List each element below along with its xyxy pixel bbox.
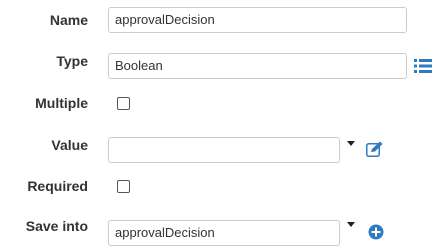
list-icon[interactable] bbox=[414, 58, 432, 74]
required-checkbox[interactable] bbox=[117, 180, 130, 193]
value-dropdown-caret[interactable] bbox=[347, 141, 355, 146]
edit-icon[interactable] bbox=[366, 141, 384, 157]
value-label: Value bbox=[51, 137, 88, 153]
value-select[interactable] bbox=[108, 137, 340, 163]
name-input[interactable]: approvalDecision bbox=[108, 7, 407, 33]
save-into-dropdown-caret[interactable] bbox=[347, 222, 355, 227]
plus-circle-icon[interactable] bbox=[368, 224, 384, 240]
multiple-label: Multiple bbox=[35, 95, 88, 111]
save-into-label: Save into bbox=[25, 218, 88, 234]
required-label: Required bbox=[27, 178, 88, 194]
save-into-select[interactable]: approvalDecision bbox=[108, 220, 340, 246]
type-input[interactable]: Boolean bbox=[108, 53, 407, 79]
type-label: Type bbox=[56, 53, 88, 69]
multiple-checkbox[interactable] bbox=[117, 97, 130, 110]
name-label: Name bbox=[49, 12, 88, 28]
